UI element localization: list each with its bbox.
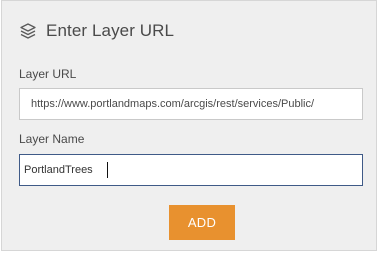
layers-icon: [19, 22, 37, 40]
dialog-header: Enter Layer URL: [19, 19, 174, 43]
layer-url-label: Layer URL: [19, 67, 77, 81]
layer-url-input[interactable]: [19, 88, 363, 120]
add-layer-panel: Enter Layer URL Layer URL Layer Name ADD: [1, 0, 377, 251]
add-button[interactable]: ADD: [169, 205, 235, 240]
layer-name-input[interactable]: [19, 154, 363, 186]
layer-name-label: Layer Name: [19, 132, 85, 146]
dialog-title: Enter Layer URL: [46, 21, 175, 40]
text-cursor: [107, 162, 108, 178]
